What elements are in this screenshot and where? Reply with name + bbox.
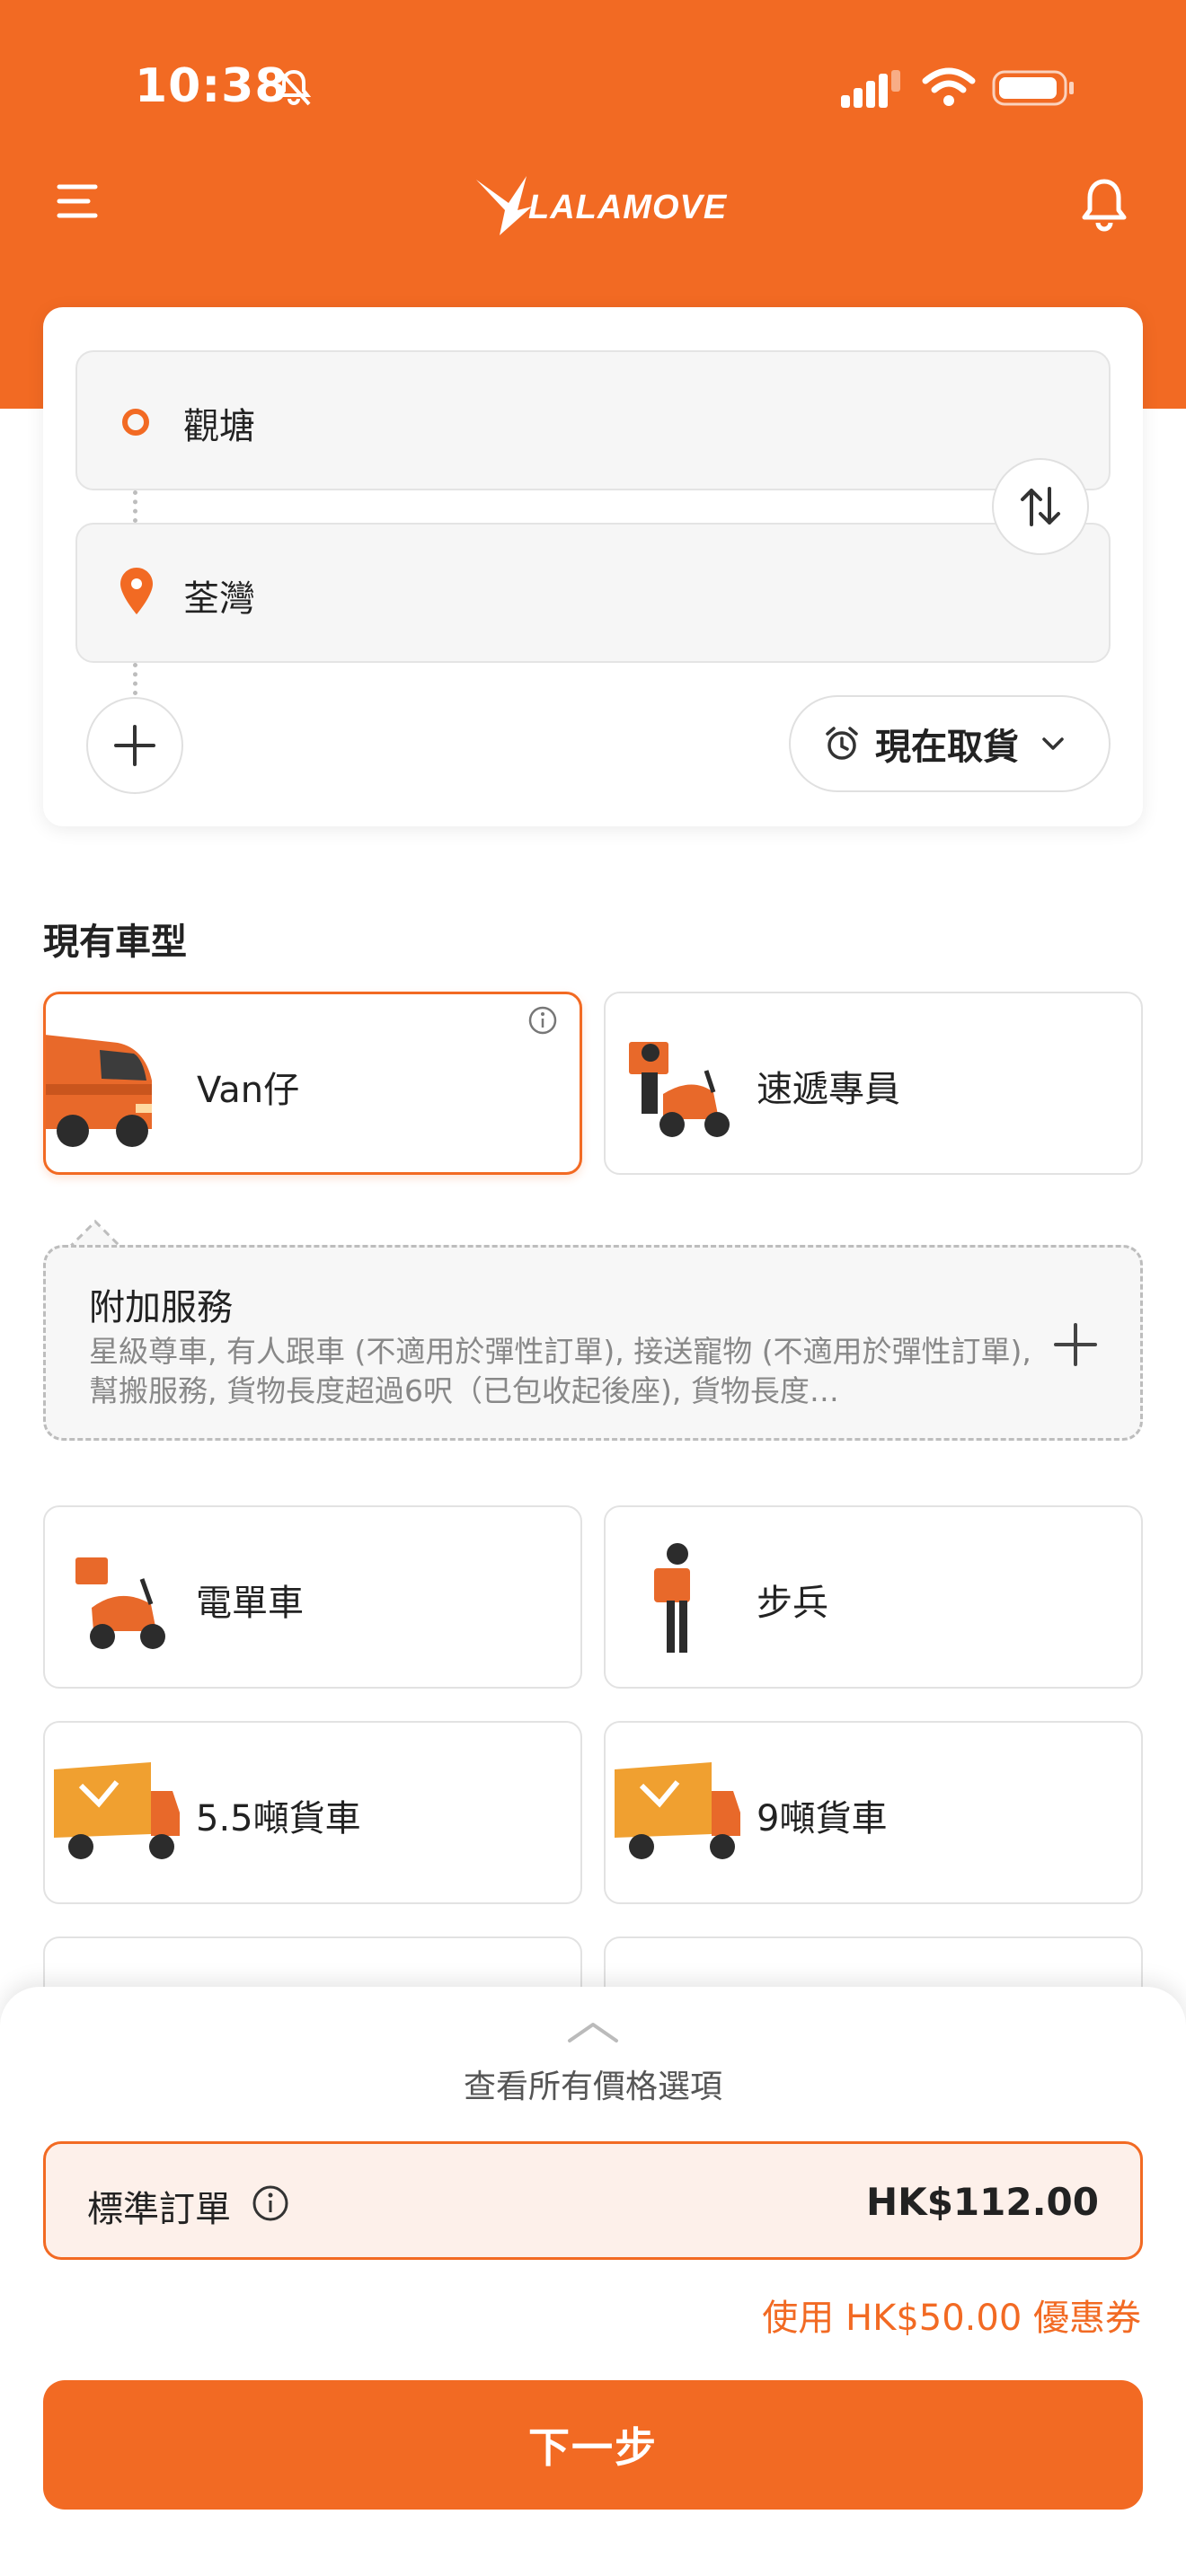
vehicle-card-van[interactable]: Van仔: [43, 992, 582, 1175]
plus-icon: [114, 725, 155, 766]
menu-icon[interactable]: [56, 180, 99, 223]
vehicle-label: 9噸貨車: [757, 1798, 888, 1839]
courier-scooter-icon: [629, 1042, 730, 1137]
plus-icon[interactable]: [1050, 1319, 1101, 1370]
addon-description: 星級尊車, 有人跟車 (不適用於彈性訂單), 接送寵物 (不適用於彈性訂單), …: [89, 1334, 1031, 1408]
bird-logo-icon: [476, 176, 532, 235]
wifi-icon: [922, 67, 976, 106]
price-bottom-sheet: 查看所有價格選項 標準訂單 HK$112.00 使用 HK$50.00 優惠券 …: [0, 1987, 1186, 2576]
lalamove-logo: LALAMOVE: [473, 171, 726, 243]
chevron-up-icon[interactable]: [566, 2019, 620, 2044]
vehicle-card-truck-5-5t[interactable]: 5.5噸貨車: [43, 1721, 582, 1904]
route-card: 觀塘 荃灣 現在取貨: [43, 307, 1143, 826]
pickup-dot-icon: [122, 409, 149, 436]
van-icon: [46, 1035, 152, 1147]
swap-arrows-icon: [1021, 487, 1060, 526]
vehicle-card-walker[interactable]: 步兵: [604, 1505, 1143, 1689]
dropoff-location-text: 荃灣: [183, 578, 255, 620]
walker-icon: [654, 1543, 690, 1653]
pickup-time-button[interactable]: 現在取貨: [789, 695, 1111, 792]
addon-title: 附加服務: [89, 1287, 233, 1328]
alarm-clock-icon: [826, 727, 858, 760]
pickup-time-label: 現在取貨: [875, 727, 1019, 768]
status-time: 10:38: [135, 59, 288, 113]
coupon-link[interactable]: 使用 HK$50.00 優惠券: [762, 2289, 1141, 2341]
vehicle-card-truck-9t[interactable]: 9噸貨車: [604, 1721, 1143, 1904]
vehicle-label: 速遞專員: [757, 1069, 900, 1110]
bell-slash-icon: [276, 68, 312, 106]
route-connector: [133, 663, 137, 695]
vehicle-label: Van仔: [197, 1070, 300, 1111]
price-option-label: 標準訂單: [87, 2189, 231, 2230]
signal-icon: [841, 70, 900, 108]
vehicle-label: 5.5噸貨車: [196, 1798, 361, 1839]
view-price-options-link[interactable]: 查看所有價格選項: [0, 2060, 1186, 2107]
add-stop-button[interactable]: [86, 697, 183, 794]
notification-bell-icon[interactable]: [1078, 176, 1130, 234]
chevron-down-icon: [1042, 737, 1064, 750]
info-icon[interactable]: [251, 2183, 290, 2223]
battery-icon: [992, 70, 1074, 106]
route-connector: [133, 490, 137, 523]
vehicle-label: 步兵: [757, 1583, 828, 1624]
truck-icon: [615, 1762, 740, 1859]
vehicle-label: 電單車: [196, 1583, 304, 1624]
price-value: HK$112.00: [866, 2180, 1099, 2224]
swap-locations-button[interactable]: [992, 458, 1089, 555]
standard-order-option[interactable]: 標準訂單 HK$112.00: [43, 2141, 1143, 2260]
vehicle-card-motorcycle[interactable]: 電單車: [43, 1505, 582, 1689]
map-pin-icon: [120, 568, 153, 614]
truck-icon: [54, 1762, 180, 1859]
next-button[interactable]: 下一步: [43, 2380, 1143, 2510]
motorcycle-icon: [75, 1557, 165, 1649]
dropoff-location-field[interactable]: 荃灣: [75, 523, 1111, 663]
vehicles-section-title: 現有車型: [43, 922, 187, 963]
pickup-location-text: 觀塘: [183, 406, 255, 447]
vehicle-card-courier[interactable]: 速遞專員: [604, 992, 1143, 1175]
info-icon[interactable]: [527, 1005, 558, 1036]
next-button-label: 下一步: [528, 2423, 658, 2472]
pickup-location-field[interactable]: 觀塘: [75, 350, 1111, 490]
logo-text: LALAMOVE: [528, 189, 728, 226]
addon-services-box[interactable]: 附加服務 星級尊車, 有人跟車 (不適用於彈性訂單), 接送寵物 (不適用於彈性…: [43, 1245, 1143, 1441]
